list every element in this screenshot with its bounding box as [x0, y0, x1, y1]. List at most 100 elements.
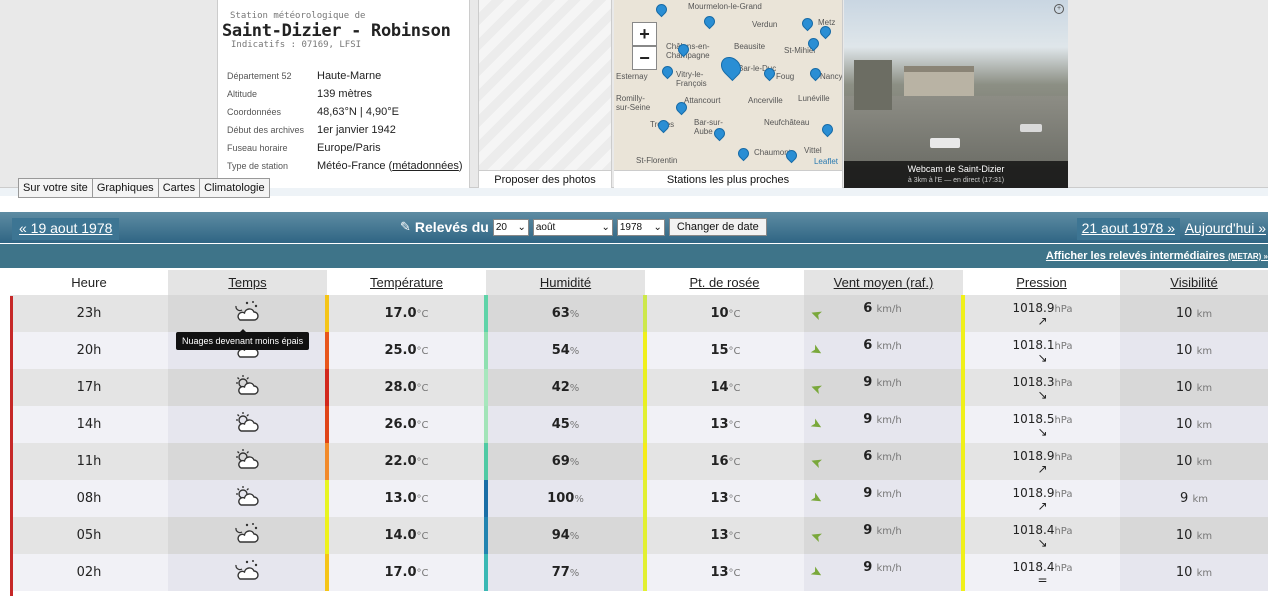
station-pin-icon[interactable] [704, 16, 713, 27]
col-humidite[interactable]: Humidité [486, 270, 645, 295]
pressure-trend-icon: = [1037, 572, 1048, 587]
night-cloud-icon[interactable] [168, 517, 327, 554]
map-label: Attancourt [684, 96, 721, 105]
today-link[interactable]: Aujourd'hui » [1179, 218, 1268, 240]
pressure-trend-icon: ↗ [1037, 313, 1048, 328]
cell-rosee: 15°C [643, 332, 804, 369]
tab-graphiques[interactable]: Graphiques [91, 178, 159, 198]
header-area: Station météorologique de Saint-Dizier -… [0, 0, 1268, 198]
cell-pression: 1018.5hPa ↘ [961, 406, 1120, 443]
pressure-trend-icon: ↘ [1037, 535, 1048, 550]
sun-cloud-icon[interactable] [168, 369, 327, 406]
webcam-tree [854, 60, 892, 110]
station-pin-icon[interactable] [764, 68, 773, 79]
previous-day-link[interactable]: « 19 aout 1978 [12, 218, 120, 240]
night-cloud-icon[interactable] [168, 554, 327, 591]
cell-vent: ➤ 9 km/h [804, 554, 963, 591]
night-cloud-icon[interactable] [168, 295, 327, 332]
station-pin-icon[interactable] [714, 128, 723, 139]
station-pin-icon[interactable] [678, 44, 687, 55]
change-date-button[interactable]: Changer de date [668, 218, 767, 236]
date-navbar: « 19 aout 1978 ✎ Relevés du 20 ⌄ août ⌄ 19… [0, 212, 1268, 243]
station-info-row: Type de station Météo-France (métadonnées… [227, 160, 463, 172]
tab-climatologie[interactable]: Climatologie [199, 178, 270, 198]
releves-label: Relevés du [414, 219, 489, 235]
station-pin-icon[interactable] [738, 148, 747, 159]
day-select[interactable]: 20 ⌄ [492, 218, 529, 236]
pressure-trend-icon: ↘ [1037, 350, 1048, 365]
cell-rosee: 16°C [643, 443, 804, 480]
next-day-link[interactable]: 21 aout 1978 » [1076, 218, 1180, 240]
tab-cartes[interactable]: Cartes [157, 178, 201, 198]
cell-visibilite: 10 km [1120, 554, 1268, 591]
map-caption[interactable]: Stations les plus proches [614, 170, 842, 188]
sun-cloud-icon[interactable] [168, 443, 327, 480]
pressure-trend-icon: ↗ [1037, 461, 1048, 476]
photos-caption[interactable]: Proposer des photos [479, 170, 611, 188]
selected-station-marker-icon[interactable] [716, 52, 746, 82]
cell-temperature: 17.0°C [325, 554, 486, 591]
map-label: Beausite [734, 42, 766, 51]
zoom-in-button[interactable]: + [632, 22, 657, 46]
station-pin-icon[interactable] [802, 18, 811, 29]
metar-link[interactable]: Afficher les relevés intermédiaires (MET… [1046, 250, 1268, 262]
cell-humidite: 63% [484, 295, 645, 332]
col-visibilite[interactable]: Visibilité [1120, 270, 1268, 295]
map-label: Esternay [616, 72, 648, 81]
row-marker-line [10, 296, 13, 596]
cell-visibilite: 10 km [1120, 517, 1268, 554]
station-pin-icon[interactable] [658, 120, 667, 131]
date-selector: ✎ Relevés du 20 ⌄ août ⌄ 1978 ⌄ Changer de … [400, 218, 767, 236]
zoom-icon[interactable]: + [1054, 4, 1064, 14]
station-pin-icon[interactable] [786, 150, 795, 161]
station-pin-icon[interactable] [822, 124, 831, 135]
station-pin-icon[interactable] [820, 26, 829, 37]
cell-pression: 1018.9hPa ↗ [961, 295, 1120, 332]
photos-panel[interactable]: Proposer des photos [478, 0, 612, 188]
webcam-panel[interactable]: + Webcam de Saint-Dizier à 3km à l'E — e… [844, 0, 1068, 188]
cell-vent: ➤ 6 km/h [804, 332, 963, 369]
cell-temperature: 22.0°C [325, 443, 486, 480]
cell-humidite: 100% [484, 480, 645, 517]
station-pin-icon[interactable] [662, 66, 671, 77]
metadata-link[interactable]: métadonnées [392, 160, 459, 172]
station-tabs: Sur votre site Graphiques Cartes Climato… [18, 178, 270, 198]
col-pression[interactable]: Pression [963, 270, 1120, 295]
cell-humidite: 54% [484, 332, 645, 369]
map-label: Neufchâteau [764, 118, 810, 127]
station-info-row: Département 52 Haute-Marne [227, 70, 382, 82]
cell-visibilite: 9 km [1120, 480, 1268, 517]
col-temperature[interactable]: Température [327, 270, 486, 295]
col-vent[interactable]: Vent moyen (raf.) [804, 270, 963, 295]
sun-cloud-icon[interactable] [168, 406, 327, 443]
col-temps[interactable]: Temps [168, 270, 327, 295]
pencil-icon: ✎ [400, 219, 411, 234]
tab-sur-votre-site[interactable]: Sur votre site [18, 178, 93, 198]
year-select[interactable]: 1978 ⌄ [616, 218, 665, 236]
stations-map[interactable]: Mourmelon-le-Grand Verdun Metz Châlons-e… [614, 0, 843, 188]
station-info-row: Fuseau horaire Europe/Paris [227, 142, 381, 154]
station-pin-icon[interactable] [656, 4, 665, 15]
cell-rosee: 14°C [643, 369, 804, 406]
station-info-row: Coordonnées 48,63°N | 4,90°E [227, 106, 399, 118]
cell-heure: 02h [10, 554, 168, 591]
cell-temperature: 28.0°C [325, 369, 486, 406]
station-pin-icon[interactable] [810, 68, 819, 79]
cell-heure: 17h [10, 369, 168, 406]
zoom-out-button[interactable]: − [632, 46, 657, 70]
cell-rosee: 13°C [643, 517, 804, 554]
cell-heure: 11h [10, 443, 168, 480]
wind-direction-icon: ➤ [807, 489, 826, 509]
col-rosee[interactable]: Pt. de rosée [645, 270, 804, 295]
cell-visibilite: 10 km [1120, 332, 1268, 369]
cell-temperature: 17.0°C [325, 295, 486, 332]
wind-direction-icon: ➤ [808, 378, 825, 398]
map-label: Ancerville [748, 96, 783, 105]
month-select[interactable]: août ⌄ [532, 218, 613, 236]
sun-cloud-icon[interactable] [168, 480, 327, 517]
station-pin-icon[interactable] [676, 102, 685, 113]
leaflet-attribution[interactable]: Leaflet [814, 157, 838, 166]
map-label: Nancy [820, 72, 843, 81]
station-pin-icon[interactable] [808, 38, 817, 49]
map-label: St-Florentin [636, 156, 678, 165]
